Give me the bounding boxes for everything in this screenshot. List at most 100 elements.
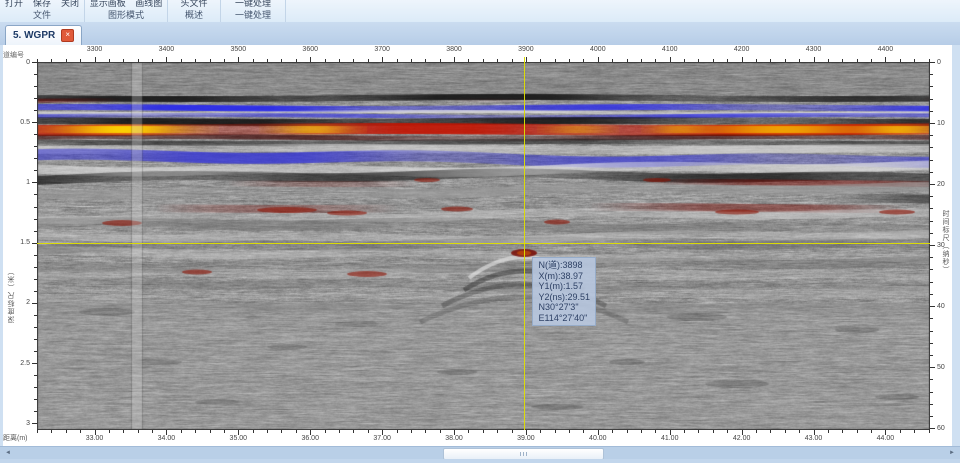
top-axis-tick	[770, 59, 771, 62]
top-axis-tick	[238, 57, 239, 62]
toolbar-item[interactable]: 打开	[5, 0, 23, 9]
top-axis-tick	[842, 59, 843, 62]
toolbar-group-0: 打开 保存 关闭文件	[0, 0, 85, 22]
left-axis-tick	[34, 291, 37, 292]
top-axis-tick	[698, 59, 699, 62]
toolbar-item[interactable]: 保存	[33, 0, 51, 9]
bottom-axis-tick	[440, 430, 441, 433]
right-axis-tick	[930, 294, 933, 295]
right-axis-tick	[930, 318, 933, 319]
bottom-axis-tick	[267, 430, 268, 433]
top-axis-tick	[914, 59, 915, 62]
left-axis-tick	[34, 146, 37, 147]
left-axis-tick-label: 0	[2, 59, 30, 66]
top-axis-tick	[483, 59, 484, 62]
ribbon-toolbar: 打开保存关闭文件显示画板画线图图形模式头文件概述一键处理一键处理	[0, 0, 960, 23]
left-axis-tick	[34, 98, 37, 99]
right-axis-tick	[930, 404, 933, 405]
toolbar-group-3: 一键处理一键处理	[221, 0, 286, 22]
measurement-tooltip: N(道):3898X(m):38.97Y1(m):1.57Y2(ns):29.5…	[532, 257, 596, 326]
bottom-axis-tick	[123, 430, 124, 433]
top-axis-tick	[742, 57, 743, 62]
bottom-axis-tick	[555, 430, 556, 433]
toolbar-item[interactable]: 显示画板	[90, 0, 126, 9]
bottom-axis-tick	[37, 430, 38, 433]
bottom-axis-tick	[483, 430, 484, 433]
tooltip-line: Y1(m):1.57	[538, 281, 590, 292]
toolbar-group-label: 文件	[0, 10, 84, 22]
top-axis-tick	[583, 59, 584, 62]
top-axis-tick	[756, 59, 757, 62]
right-axis-tick	[930, 160, 933, 161]
bottom-axis-tick	[109, 430, 110, 433]
bottom-axis-tick	[210, 430, 211, 433]
bottom-axis-tick	[929, 430, 930, 433]
top-axis-tick	[670, 57, 671, 62]
right-axis-tick-label: 0	[937, 59, 941, 66]
left-axis-tick	[32, 62, 37, 63]
bottom-axis-tick	[353, 430, 354, 433]
top-axis-tick	[540, 59, 541, 62]
bottom-axis-tick	[641, 430, 642, 433]
left-axis-tick	[32, 182, 37, 183]
toolbar-item[interactable]: 画线图	[135, 0, 162, 9]
bottom-axis-tick	[540, 430, 541, 433]
right-axis-tick-label: 10	[937, 120, 945, 127]
bottom-axis-tick	[339, 430, 340, 433]
left-axis-tick-label: 2.5	[2, 360, 30, 367]
bottom-axis-tick	[770, 430, 771, 433]
bottom-axis-tick-label: 33.00	[83, 435, 107, 442]
left-axis-tick-label: 3	[2, 420, 30, 427]
bottom-axis-tick-label: 35.00	[226, 435, 250, 442]
right-axis-tick-label: 50	[937, 364, 945, 371]
toolbar-group-label: 一键处理	[221, 10, 285, 22]
left-axis-tick	[34, 351, 37, 352]
top-axis-tick-label: 3800	[444, 46, 464, 53]
bottom-axis-tick-label: 38.00	[442, 435, 466, 442]
left-axis-tick	[34, 86, 37, 87]
top-axis-tick	[152, 59, 153, 62]
bottom-axis-tick	[857, 430, 858, 433]
right-axis-tick	[930, 172, 933, 173]
bottom-axis-tick	[224, 430, 225, 433]
right-axis-tick	[930, 416, 933, 417]
right-axis-tick	[930, 355, 933, 356]
right-axis-tick	[930, 147, 933, 148]
horizontal-scrollbar[interactable]: ◄ ►	[0, 446, 960, 460]
left-axis-tick	[34, 110, 37, 111]
top-axis-tick	[353, 59, 354, 62]
radargram-image[interactable]	[37, 62, 930, 430]
top-axis-tick	[857, 59, 858, 62]
bottom-axis-tick-label: 39.00	[514, 435, 538, 442]
toolbar-item[interactable]: 一键处理	[235, 0, 271, 9]
bottom-axis-tick	[253, 430, 254, 433]
bottom-axis-tick	[512, 430, 513, 433]
bottom-axis-tick	[397, 430, 398, 433]
toolbar-group-2: 头文件概述	[168, 0, 221, 22]
right-axis-tick	[930, 62, 935, 63]
top-axis-tick	[181, 59, 182, 62]
top-axis-tick	[325, 59, 326, 62]
top-axis-tick	[109, 59, 110, 62]
top-axis-tick	[267, 59, 268, 62]
top-axis-tick	[382, 57, 383, 62]
tab-close-icon[interactable]: ×	[61, 29, 74, 42]
top-axis-tick	[641, 59, 642, 62]
tab-wgpr[interactable]: 5. WGPR ×	[5, 25, 82, 45]
tooltip-line: E114°27'40"	[538, 313, 590, 324]
right-axis-tick-label: 20	[937, 181, 945, 188]
top-axis-tick	[799, 59, 800, 62]
top-axis-tick	[727, 59, 728, 62]
right-axis-tick	[930, 392, 933, 393]
toolbar-item[interactable]: 头文件	[180, 0, 207, 9]
top-axis-tick	[497, 59, 498, 62]
tooltip-line: N(道):3898	[538, 260, 590, 271]
toolbar-item[interactable]: 关闭	[61, 0, 79, 9]
right-axis-tick	[930, 233, 933, 234]
top-axis-tick	[195, 59, 196, 62]
left-axis-tick	[32, 423, 37, 424]
bottom-axis-tick	[195, 430, 196, 433]
top-axis-tick	[900, 59, 901, 62]
bottom-axis-tick	[713, 430, 714, 433]
top-axis-tick	[612, 59, 613, 62]
